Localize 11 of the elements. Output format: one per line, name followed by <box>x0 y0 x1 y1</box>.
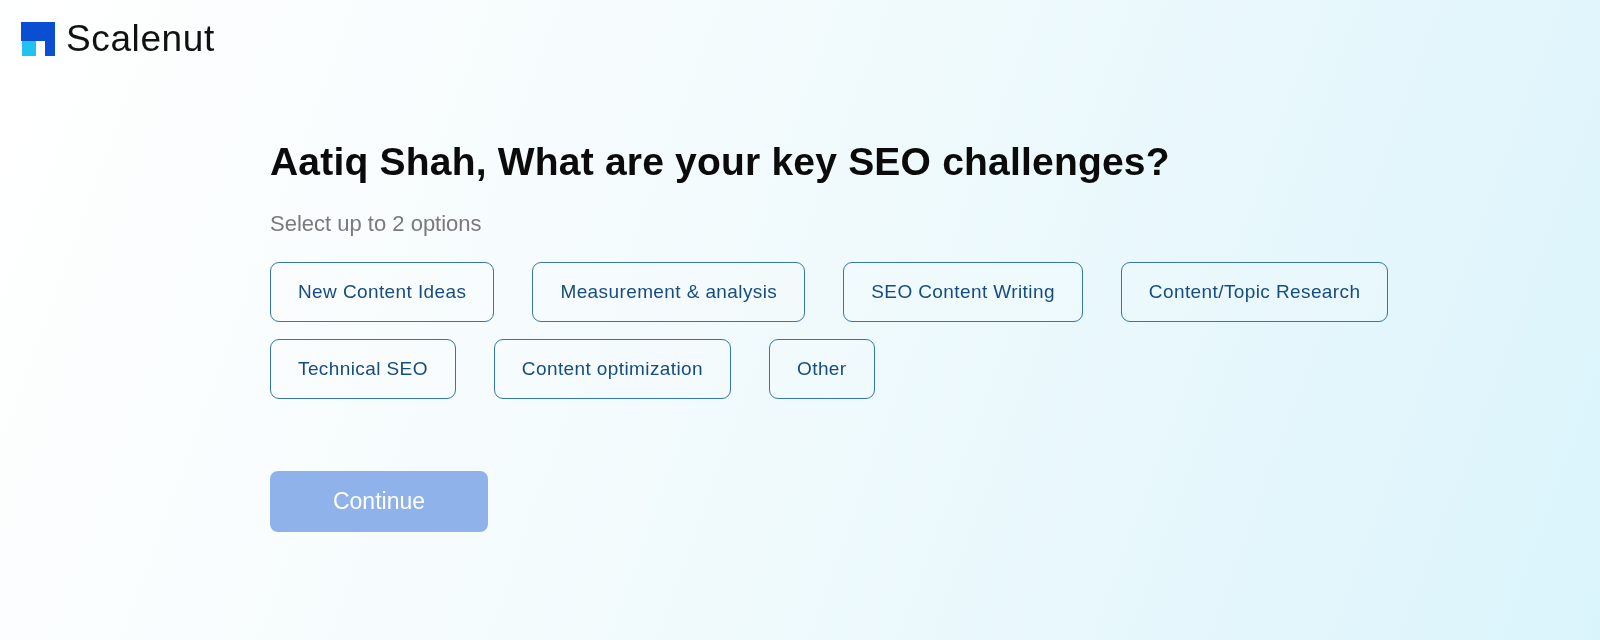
option-chip[interactable]: Other <box>769 339 875 399</box>
option-chip[interactable]: SEO Content Writing <box>843 262 1083 322</box>
selection-hint: Select up to 2 options <box>270 211 482 237</box>
option-chip[interactable]: Content/Topic Research <box>1120 262 1389 322</box>
option-chip[interactable]: New Content Ideas <box>270 262 495 322</box>
option-chip[interactable]: Content optimization <box>493 339 732 399</box>
option-chip[interactable]: Technical SEO <box>270 339 456 399</box>
brand-name: Scalenut <box>66 19 215 59</box>
logo-icon <box>21 22 55 56</box>
question-title: Aatiq Shah, What are your key SEO challenges? <box>270 139 1170 185</box>
option-chip[interactable]: Measurement & analysis <box>532 262 806 322</box>
